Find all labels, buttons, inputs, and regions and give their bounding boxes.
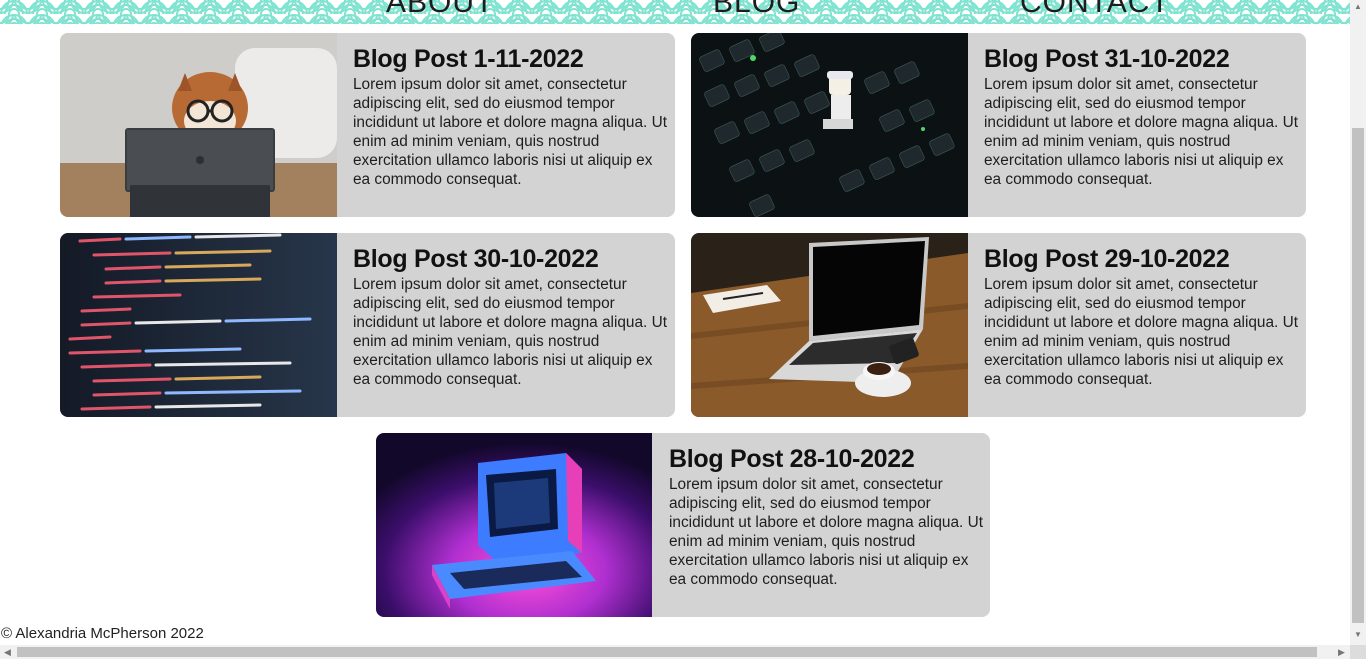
nav-contact-link[interactable]: CONTACT [1020, 0, 1170, 20]
post-excerpt: Lorem ipsum dolor sit amet, consectetur … [669, 476, 983, 588]
post-title[interactable]: Blog Post 31-10-2022 [984, 43, 1299, 75]
scroll-up-arrow-icon[interactable]: ▲ [1354, 2, 1362, 11]
footer-copyright: © Alexandria McPherson 2022 [1, 625, 204, 642]
scroll-left-arrow-icon[interactable]: ◀ [4, 647, 11, 658]
post-excerpt: Lorem ipsum dolor sit amet, consectetur … [353, 76, 667, 188]
blog-post-card[interactable]: Blog Post 30-10-2022 Lorem ipsum dolor s… [60, 233, 675, 417]
blog-post-card[interactable]: Blog Post 31-10-2022 Lorem ipsum dolor s… [691, 33, 1306, 217]
vertical-scrollbar[interactable]: ▲ ▼ [1350, 0, 1366, 645]
dog-with-glasses-tablet-image [60, 33, 337, 217]
blog-post-card[interactable]: Blog Post 29-10-2022 Lorem ipsum dolor s… [691, 233, 1306, 417]
header-wave-band: ABOUT BLOG CONTACT [0, 0, 1350, 24]
post-title[interactable]: Blog Post 1-11-2022 [353, 43, 668, 75]
laptop-on-desk-image [691, 233, 968, 417]
post-excerpt: Lorem ipsum dolor sit amet, consectetur … [353, 276, 667, 388]
nav-blog-link[interactable]: BLOG [713, 0, 800, 20]
post-title[interactable]: Blog Post 30-10-2022 [353, 243, 668, 275]
blog-post-card[interactable]: Blog Post 28-10-2022 Lorem ipsum dolor s… [376, 433, 990, 617]
post-excerpt: Lorem ipsum dolor sit amet, consectetur … [984, 76, 1298, 188]
post-title[interactable]: Blog Post 29-10-2022 [984, 243, 1299, 275]
retro-computer-neon-image [376, 433, 652, 617]
blog-post-card[interactable]: Blog Post 1-11-2022 Lorem ipsum dolor si… [60, 33, 675, 217]
keyboard-minifigure-image [691, 33, 968, 217]
scroll-right-arrow-icon[interactable]: ▶ [1338, 647, 1345, 658]
horizontal-scroll-thumb[interactable] [17, 647, 1317, 657]
code-screen-image [60, 233, 337, 417]
post-title[interactable]: Blog Post 28-10-2022 [669, 443, 984, 475]
scroll-down-arrow-icon[interactable]: ▼ [1354, 630, 1362, 639]
vertical-scroll-thumb[interactable] [1352, 128, 1364, 623]
post-excerpt: Lorem ipsum dolor sit amet, consectetur … [984, 276, 1298, 388]
scrollbar-corner [1350, 645, 1366, 659]
nav-about-link[interactable]: ABOUT [386, 0, 494, 20]
horizontal-scrollbar[interactable]: ◀ ▶ [0, 645, 1350, 659]
